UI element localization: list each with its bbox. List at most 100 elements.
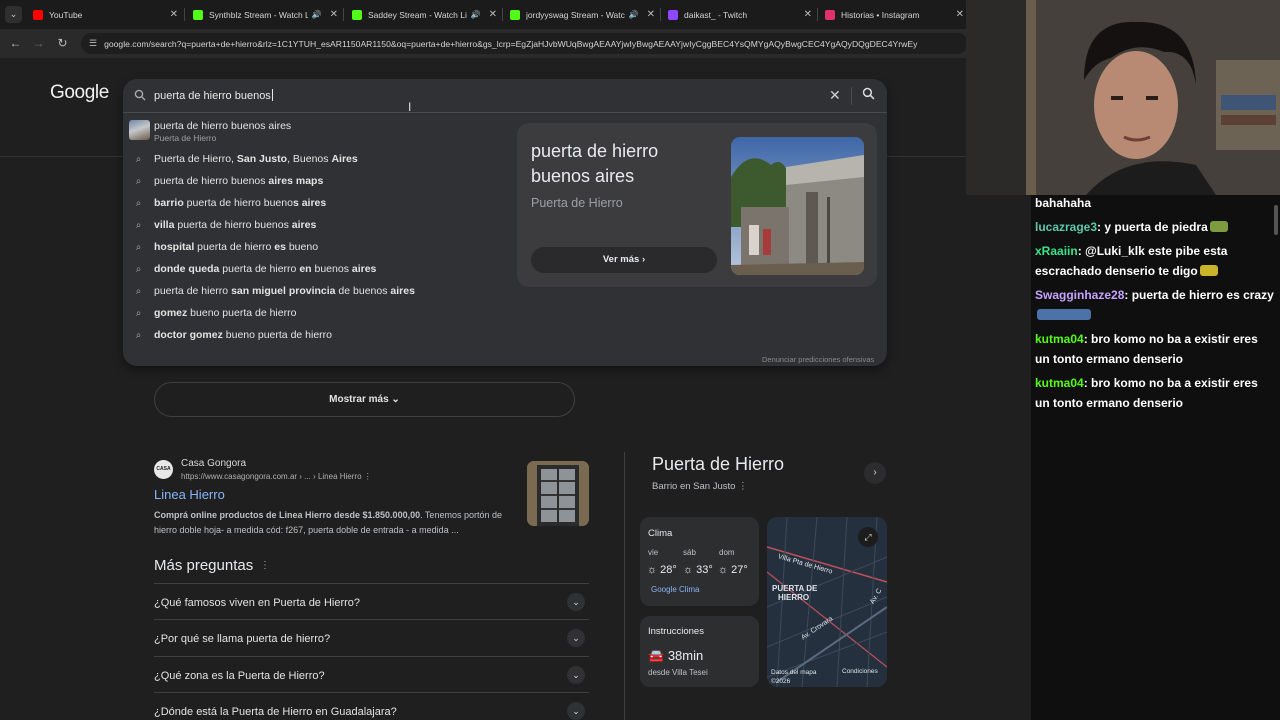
- report-predictions-link[interactable]: Denunciar predicciones ofensivas: [762, 355, 874, 364]
- suggestion-item[interactable]: ⌕ donde queda puerta de hierro en buenos …: [123, 259, 513, 279]
- directions-heading: Instrucciones: [648, 626, 704, 637]
- knowledge-panel-subtitle: Barrio en San Justo ⋮: [652, 481, 748, 492]
- twitch-icon: [668, 9, 678, 20]
- chevron-right-icon[interactable]: ›: [864, 462, 886, 484]
- expand-icon[interactable]: ⤢: [858, 527, 878, 547]
- kick-icon: [352, 9, 362, 20]
- see-more-button[interactable]: Ver más ›: [531, 247, 717, 273]
- text-cursor-icon: I: [408, 100, 412, 114]
- tab-saddey[interactable]: Saddey Stream - Watch Live 🔊 ✕: [345, 4, 501, 25]
- tab-youtube[interactable]: YouTube ✕: [26, 4, 182, 25]
- more-options-icon[interactable]: ⋮: [738, 481, 748, 492]
- search-icon: ⌕: [135, 175, 142, 187]
- screen: ⌄ YouTube ✕ Synthblz Stream - Watch Live…: [0, 0, 1280, 720]
- chevron-right-icon: ›: [641, 254, 646, 265]
- suggestion-item[interactable]: ⌕ Puerta de Hierro, San Justo, Buenos Air…: [123, 149, 513, 169]
- search-box[interactable]: puerta de hierro buenos ✕: [123, 79, 887, 113]
- more-options-icon[interactable]: ⋮: [260, 560, 270, 571]
- paa-question[interactable]: ¿Qué zona es la Puerta de Hierro? ⌄: [154, 656, 589, 692]
- speaker-icon[interactable]: 🔊: [471, 10, 481, 19]
- show-more-button[interactable]: Mostrar más ⌄: [154, 382, 575, 417]
- weather-temp: ☼ 27°: [718, 564, 748, 576]
- search-icon: ⌕: [135, 329, 142, 341]
- search-icon: ⌕: [135, 263, 142, 275]
- sun-icon: ☼: [683, 564, 694, 576]
- map-terms-link[interactable]: Condiciones: [842, 668, 878, 675]
- url-text: google.com/search?q=puerta+de+hierro&rlz…: [104, 38, 918, 49]
- tab-twitch[interactable]: daikast_ - Twitch ✕: [661, 4, 816, 25]
- speaker-icon[interactable]: 🔊: [312, 10, 322, 19]
- search-icon: ⌕: [135, 153, 142, 165]
- close-tab-icon[interactable]: ✕: [489, 9, 497, 20]
- address-bar[interactable]: ☰ google.com/search?q=puerta+de+hierro&r…: [81, 33, 968, 54]
- close-tab-icon[interactable]: ✕: [804, 9, 812, 20]
- paa-question[interactable]: ¿Qué famosos viven en Puerta de Hierro? ⌄: [154, 583, 589, 619]
- tab-synthblz[interactable]: Synthblz Stream - Watch Live 🔊 ✕: [186, 4, 342, 25]
- result-title-link[interactable]: Linea Hierro: [154, 487, 225, 502]
- result-thumbnail[interactable]: [527, 461, 589, 526]
- chat-username[interactable]: xRaaiin: [1035, 244, 1078, 258]
- travel-time: 🚘 38min: [648, 648, 704, 663]
- suggestion-item[interactable]: ⌕ gomez bueno puerta de hierro: [123, 303, 513, 323]
- result-snippet: Comprá online productos de Linea Hierro …: [154, 510, 502, 535]
- more-options-icon[interactable]: ⋮: [364, 472, 372, 481]
- emote-icon: [1037, 309, 1091, 320]
- weather-temp: ☼ 28°: [647, 564, 677, 576]
- search-input[interactable]: puerta de hierro buenos: [154, 89, 273, 102]
- chat-message: xRaaiin: @Luki_klk este pibe esta escrac…: [1035, 244, 1228, 278]
- tab-jordyyswag[interactable]: jordyyswag Stream - Watch 🔊 ✕: [503, 4, 659, 25]
- close-tab-icon[interactable]: ✕: [170, 9, 178, 20]
- directions-card[interactable]: Instrucciones 🚘 38min desde Villa Tesei: [640, 616, 759, 687]
- google-logo[interactable]: Google: [50, 82, 109, 104]
- clear-icon[interactable]: ✕: [829, 87, 841, 104]
- weather-heading: Clima: [648, 528, 673, 539]
- suggestion-item[interactable]: ⌕ hospital puerta de hierro es bueno: [123, 237, 513, 257]
- speaker-icon[interactable]: 🔊: [629, 10, 639, 19]
- chat-message: lucazrage3: y puerta de piedra: [1035, 217, 1275, 237]
- chat-message: bahahaha: [1035, 196, 1092, 210]
- suggestion-item[interactable]: ⌕ doctor gomez bueno puerta de hierro: [123, 325, 513, 345]
- suggestion-item[interactable]: puerta de hierro buenos aires Puerta de …: [123, 117, 513, 145]
- tab-instagram[interactable]: Historias • Instagram ✕: [818, 4, 968, 25]
- search-icon: [134, 89, 146, 101]
- suggestion-item[interactable]: ⌕ villa puerta de hierro buenos aires: [123, 215, 513, 235]
- place-photo: [731, 137, 864, 275]
- kick-icon: [510, 9, 520, 20]
- chat-username[interactable]: kutma04: [1035, 376, 1084, 390]
- chat-scrollbar[interactable]: [1274, 205, 1278, 235]
- search-submit-icon[interactable]: [862, 87, 875, 100]
- weather-temp: ☼ 33°: [683, 564, 713, 576]
- knowledge-panel-title: Puerta de Hierro: [652, 454, 785, 474]
- chevron-down-icon: ⌄: [567, 629, 585, 647]
- paa-question[interactable]: ¿Por qué se llama puerta de hierro? ⌄: [154, 619, 589, 655]
- search-icon: ⌕: [135, 219, 142, 231]
- weather-day: vie: [648, 548, 659, 557]
- chat-message: kutma04: bro komo no ba a existir eres u…: [1035, 332, 1258, 366]
- chat-message: Swagginhaze28: puerta de hierro es crazy: [1035, 285, 1275, 325]
- map-thumbnail[interactable]: Villa Pta de Hierro PUERTA DE HIERRO Av.…: [767, 517, 887, 687]
- people-also-ask-title: Más preguntas: [154, 557, 254, 574]
- chat-username[interactable]: lucazrage3: [1035, 220, 1097, 234]
- chevron-down-icon: ⌄: [567, 593, 585, 611]
- suggestion-item[interactable]: ⌕ puerta de hierro buenos aires maps: [123, 171, 513, 191]
- tab-title: Historias • Instagram: [841, 9, 920, 20]
- weather-card[interactable]: Clima vie sáb dom ☼ 28° ☼ 33° ☼ 27° Goog…: [640, 517, 759, 606]
- reload-icon[interactable]: ↻: [54, 35, 71, 52]
- tab-title: YouTube: [49, 9, 83, 20]
- site-info-icon[interactable]: ☰: [89, 38, 97, 49]
- preview-title: puerta de hierro buenos aires: [531, 141, 659, 186]
- back-icon[interactable]: ←: [7, 35, 24, 52]
- suggestion-text: puerta de hierro buenos aires maps: [154, 175, 324, 187]
- suggestion-text: doctor gomez bueno puerta de hierro: [154, 329, 333, 341]
- tab-search-icon[interactable]: ⌄: [5, 6, 22, 23]
- suggestion-item[interactable]: ⌕ puerta de hierro san miguel provincia d…: [123, 281, 513, 301]
- weather-source-link[interactable]: Google Clima: [651, 585, 699, 594]
- paa-question[interactable]: ¿Dónde está la Puerta de Hierro en Guada…: [154, 692, 589, 720]
- close-tab-icon[interactable]: ✕: [330, 9, 338, 20]
- close-tab-icon[interactable]: ✕: [647, 9, 655, 20]
- chat-username[interactable]: Swagginhaze28: [1035, 288, 1124, 302]
- chat-username[interactable]: kutma04: [1035, 332, 1084, 346]
- suggestion-item[interactable]: ⌕ barrio puerta de hierro buenos aires: [123, 193, 513, 213]
- forward-icon[interactable]: →: [30, 35, 47, 52]
- close-tab-icon[interactable]: ✕: [956, 9, 964, 20]
